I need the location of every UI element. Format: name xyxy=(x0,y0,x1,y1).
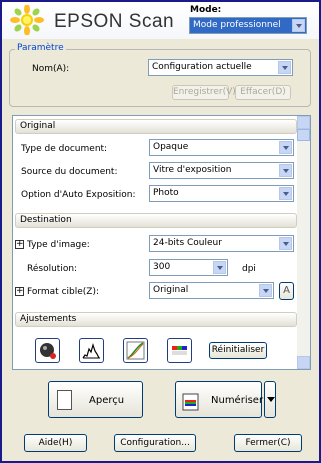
scroll-down-icon[interactable] xyxy=(297,356,310,369)
doc-type-select[interactable]: Opaque xyxy=(149,139,294,156)
chevron-down-icon xyxy=(267,397,275,402)
save-setting-button[interactable]: Enregistrer(V) xyxy=(172,85,236,100)
scan-button[interactable]: Numériser xyxy=(175,381,264,418)
chevron-down-icon[interactable] xyxy=(213,261,226,274)
resolution-value: 300 xyxy=(153,262,171,272)
preview-label: Aperçu xyxy=(89,395,125,406)
expand-plus-icon[interactable]: + xyxy=(15,287,24,296)
chevron-down-icon[interactable] xyxy=(278,61,291,74)
auto-exposure-label: Option d'Auto Exposition: xyxy=(21,190,136,200)
epson-logo-icon xyxy=(10,5,44,35)
page-orientation-icon: A xyxy=(283,285,290,296)
sharpen-sphere-icon xyxy=(40,343,56,359)
app-title: EPSON Scan xyxy=(54,11,175,32)
delete-setting-button[interactable]: Effacer(D) xyxy=(235,85,291,100)
scanner-icon xyxy=(182,393,199,411)
image-type-value: 24-bits Couleur xyxy=(153,238,222,248)
image-type-label: Type d'image: xyxy=(27,240,90,250)
vertical-scrollbar[interactable] xyxy=(297,116,310,369)
doc-source-value: Vitre d'exposition xyxy=(153,165,232,175)
resolution-label: Résolution: xyxy=(27,264,78,274)
doc-type-label: Type de document: xyxy=(21,144,108,154)
resolution-select[interactable]: 300 xyxy=(149,259,228,276)
resolution-unit: dpi xyxy=(242,264,256,274)
color-balance-button[interactable] xyxy=(167,338,192,363)
auto-exposure-select[interactable]: Photo xyxy=(149,185,294,202)
name-select-value: Configuration actuelle xyxy=(152,62,252,72)
chevron-down-icon[interactable] xyxy=(279,164,292,177)
chevron-down-icon[interactable] xyxy=(279,237,292,250)
color-palette-icon xyxy=(172,346,187,355)
epson-scan-window: EPSON Scan Mode: Mode professionnel Para… xyxy=(0,0,321,463)
reset-button[interactable]: Réinitialiser xyxy=(209,342,267,359)
document-icon xyxy=(57,390,72,410)
section-destination[interactable]: Destination xyxy=(15,213,297,228)
doc-source-select[interactable]: Vitre d'exposition xyxy=(149,162,294,179)
section-adjustments[interactable]: Ajustements xyxy=(15,312,297,327)
scan-label: Numériser xyxy=(211,395,264,406)
preview-button[interactable]: Aperçu xyxy=(48,381,143,418)
settings-panel[interactable]: Original Type de document: Opaque Source… xyxy=(12,115,311,370)
target-size-label: Format cible(Z): xyxy=(27,287,99,297)
header: EPSON Scan Mode: Mode professionnel xyxy=(2,2,319,39)
histogram-icon xyxy=(82,342,100,359)
chevron-down-icon[interactable] xyxy=(279,141,292,154)
auto-exposure-value: Photo xyxy=(153,188,179,198)
chevron-down-icon[interactable] xyxy=(259,284,272,297)
unsharp-mask-button[interactable] xyxy=(35,338,60,363)
mode-select-value: Mode professionnel xyxy=(193,20,281,30)
tone-curve-button[interactable] xyxy=(123,338,148,363)
mode-select[interactable]: Mode professionnel xyxy=(189,17,307,34)
target-size-value: Original xyxy=(153,285,189,295)
close-button[interactable]: Fermer(C) xyxy=(234,434,302,452)
name-label: Nom(A): xyxy=(32,64,70,74)
target-size-select[interactable]: Original xyxy=(149,282,274,299)
tone-curve-icon xyxy=(126,341,145,360)
doc-source-label: Source du document: xyxy=(21,167,118,177)
chevron-down-icon[interactable] xyxy=(292,19,305,32)
histogram-button[interactable] xyxy=(79,338,104,363)
parametre-legend: Paramètre xyxy=(15,43,66,53)
scan-menu-button[interactable] xyxy=(264,381,276,418)
orientation-button[interactable]: A xyxy=(279,282,294,300)
mode-label: Mode: xyxy=(190,5,222,15)
name-select[interactable]: Configuration actuelle xyxy=(148,59,293,76)
image-type-select[interactable]: 24-bits Couleur xyxy=(149,235,294,252)
help-button[interactable]: Aide(H) xyxy=(24,434,87,452)
section-original[interactable]: Original xyxy=(15,119,297,134)
scroll-up-icon[interactable] xyxy=(297,116,310,129)
expand-plus-icon[interactable]: + xyxy=(15,240,24,249)
chevron-down-icon[interactable] xyxy=(279,187,292,200)
configuration-button[interactable]: Configuration... xyxy=(114,434,196,452)
scroll-thumb[interactable] xyxy=(297,129,310,141)
doc-type-value: Opaque xyxy=(153,142,189,152)
